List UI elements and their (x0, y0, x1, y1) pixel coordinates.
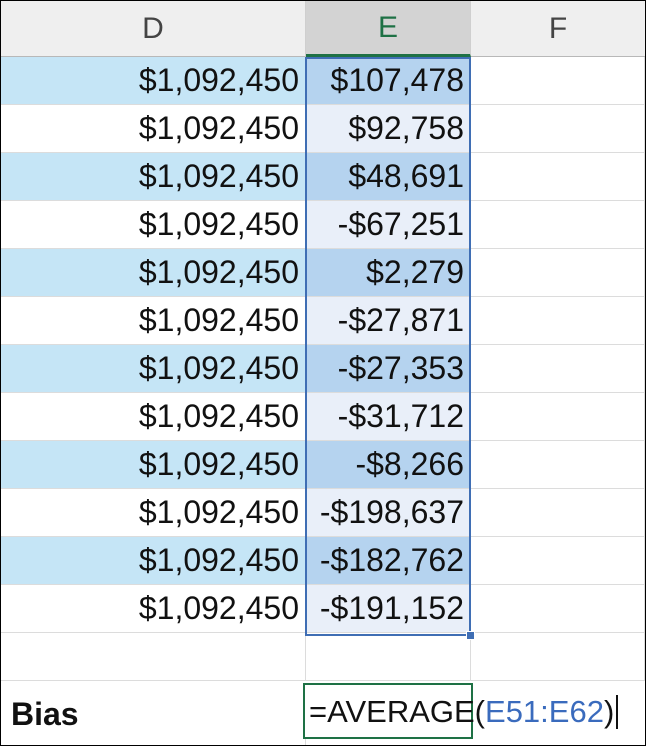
cell-e[interactable]: $48,691 (306, 153, 471, 201)
cell-d[interactable]: $1,092,450 (1, 105, 306, 153)
table-row: $1,092,450 -$198,637 (1, 489, 645, 537)
table-row: $1,092,450 -$67,251 (1, 201, 645, 249)
cell-e[interactable]: $107,478 (306, 57, 471, 105)
table-row: $1,092,450 $92,758 (1, 105, 645, 153)
formula-prefix: =AVERAGE( (309, 694, 486, 729)
cell-e[interactable]: -$8,266 (306, 441, 471, 489)
bias-label-cell[interactable]: Bias (1, 684, 306, 745)
cell-f[interactable] (471, 489, 645, 537)
empty-row (1, 633, 645, 681)
cell-e[interactable]: $92,758 (306, 105, 471, 153)
table-row: $1,092,450 -$182,762 (1, 537, 645, 585)
cell-d[interactable]: $1,092,450 (1, 441, 306, 489)
cell-d[interactable]: $1,092,450 (1, 393, 306, 441)
cell-e[interactable]: -$27,353 (306, 345, 471, 393)
cell-f-empty[interactable] (471, 633, 645, 681)
spreadsheet-grid: D E F $1,092,450 $107,478 $1,092,450 $92,75… (0, 0, 646, 746)
table-row: $1,092,450 -$27,353 (1, 345, 645, 393)
column-header-label: D (142, 11, 164, 45)
cell-f-bias-row[interactable] (473, 684, 645, 745)
cell-e[interactable]: -$198,637 (306, 489, 471, 537)
cell-d[interactable]: $1,092,450 (1, 585, 306, 633)
cell-f[interactable] (471, 537, 645, 585)
cell-f[interactable] (471, 345, 645, 393)
fill-handle[interactable] (466, 631, 475, 640)
table-row: $1,092,450 -$27,871 (1, 297, 645, 345)
table-row: $1,092,450 -$8,266 (1, 441, 645, 489)
cell-f[interactable] (471, 153, 645, 201)
cell-e[interactable]: -$27,871 (306, 297, 471, 345)
cell-f[interactable] (471, 105, 645, 153)
cell-f[interactable] (471, 249, 645, 297)
cell-e[interactable]: -$182,762 (306, 537, 471, 585)
cell-e[interactable]: -$191,152 (306, 585, 471, 633)
table-row: $1,092,450 $48,691 (1, 153, 645, 201)
cell-f[interactable] (471, 201, 645, 249)
table-row: $1,092,450 -$31,712 (1, 393, 645, 441)
cell-f[interactable] (471, 441, 645, 489)
column-header-f[interactable]: F (471, 1, 645, 57)
cell-d[interactable]: $1,092,450 (1, 57, 306, 105)
cell-f[interactable] (471, 57, 645, 105)
table-row: $1,092,450 $2,279 (1, 249, 645, 297)
cell-d[interactable]: $1,092,450 (1, 297, 306, 345)
cell-f[interactable] (471, 393, 645, 441)
cell-f[interactable] (471, 297, 645, 345)
cell-d[interactable]: $1,092,450 (1, 489, 306, 537)
cell-e[interactable]: $2,279 (306, 249, 471, 297)
bias-label: Bias (11, 696, 79, 732)
table-row: $1,092,450 -$191,152 (1, 585, 645, 633)
column-header-e[interactable]: E (306, 1, 471, 57)
column-header-label: F (548, 11, 568, 45)
cell-e[interactable]: -$67,251 (306, 201, 471, 249)
column-header-label: E (377, 10, 398, 44)
cell-d[interactable]: $1,092,450 (1, 153, 306, 201)
column-header-d[interactable]: D (1, 1, 306, 57)
cell-d[interactable]: $1,092,450 (1, 537, 306, 585)
cell-f[interactable] (471, 585, 645, 633)
cell-e[interactable]: -$31,712 (306, 393, 471, 441)
cell-d[interactable]: $1,092,450 (1, 345, 306, 393)
cell-d[interactable]: $1,092,450 (1, 201, 306, 249)
table-row: $1,092,450 $107,478 (1, 57, 645, 105)
cell-e-empty[interactable] (306, 633, 471, 681)
cell-d-empty[interactable] (1, 633, 306, 681)
cell-d[interactable]: $1,092,450 (1, 249, 306, 297)
